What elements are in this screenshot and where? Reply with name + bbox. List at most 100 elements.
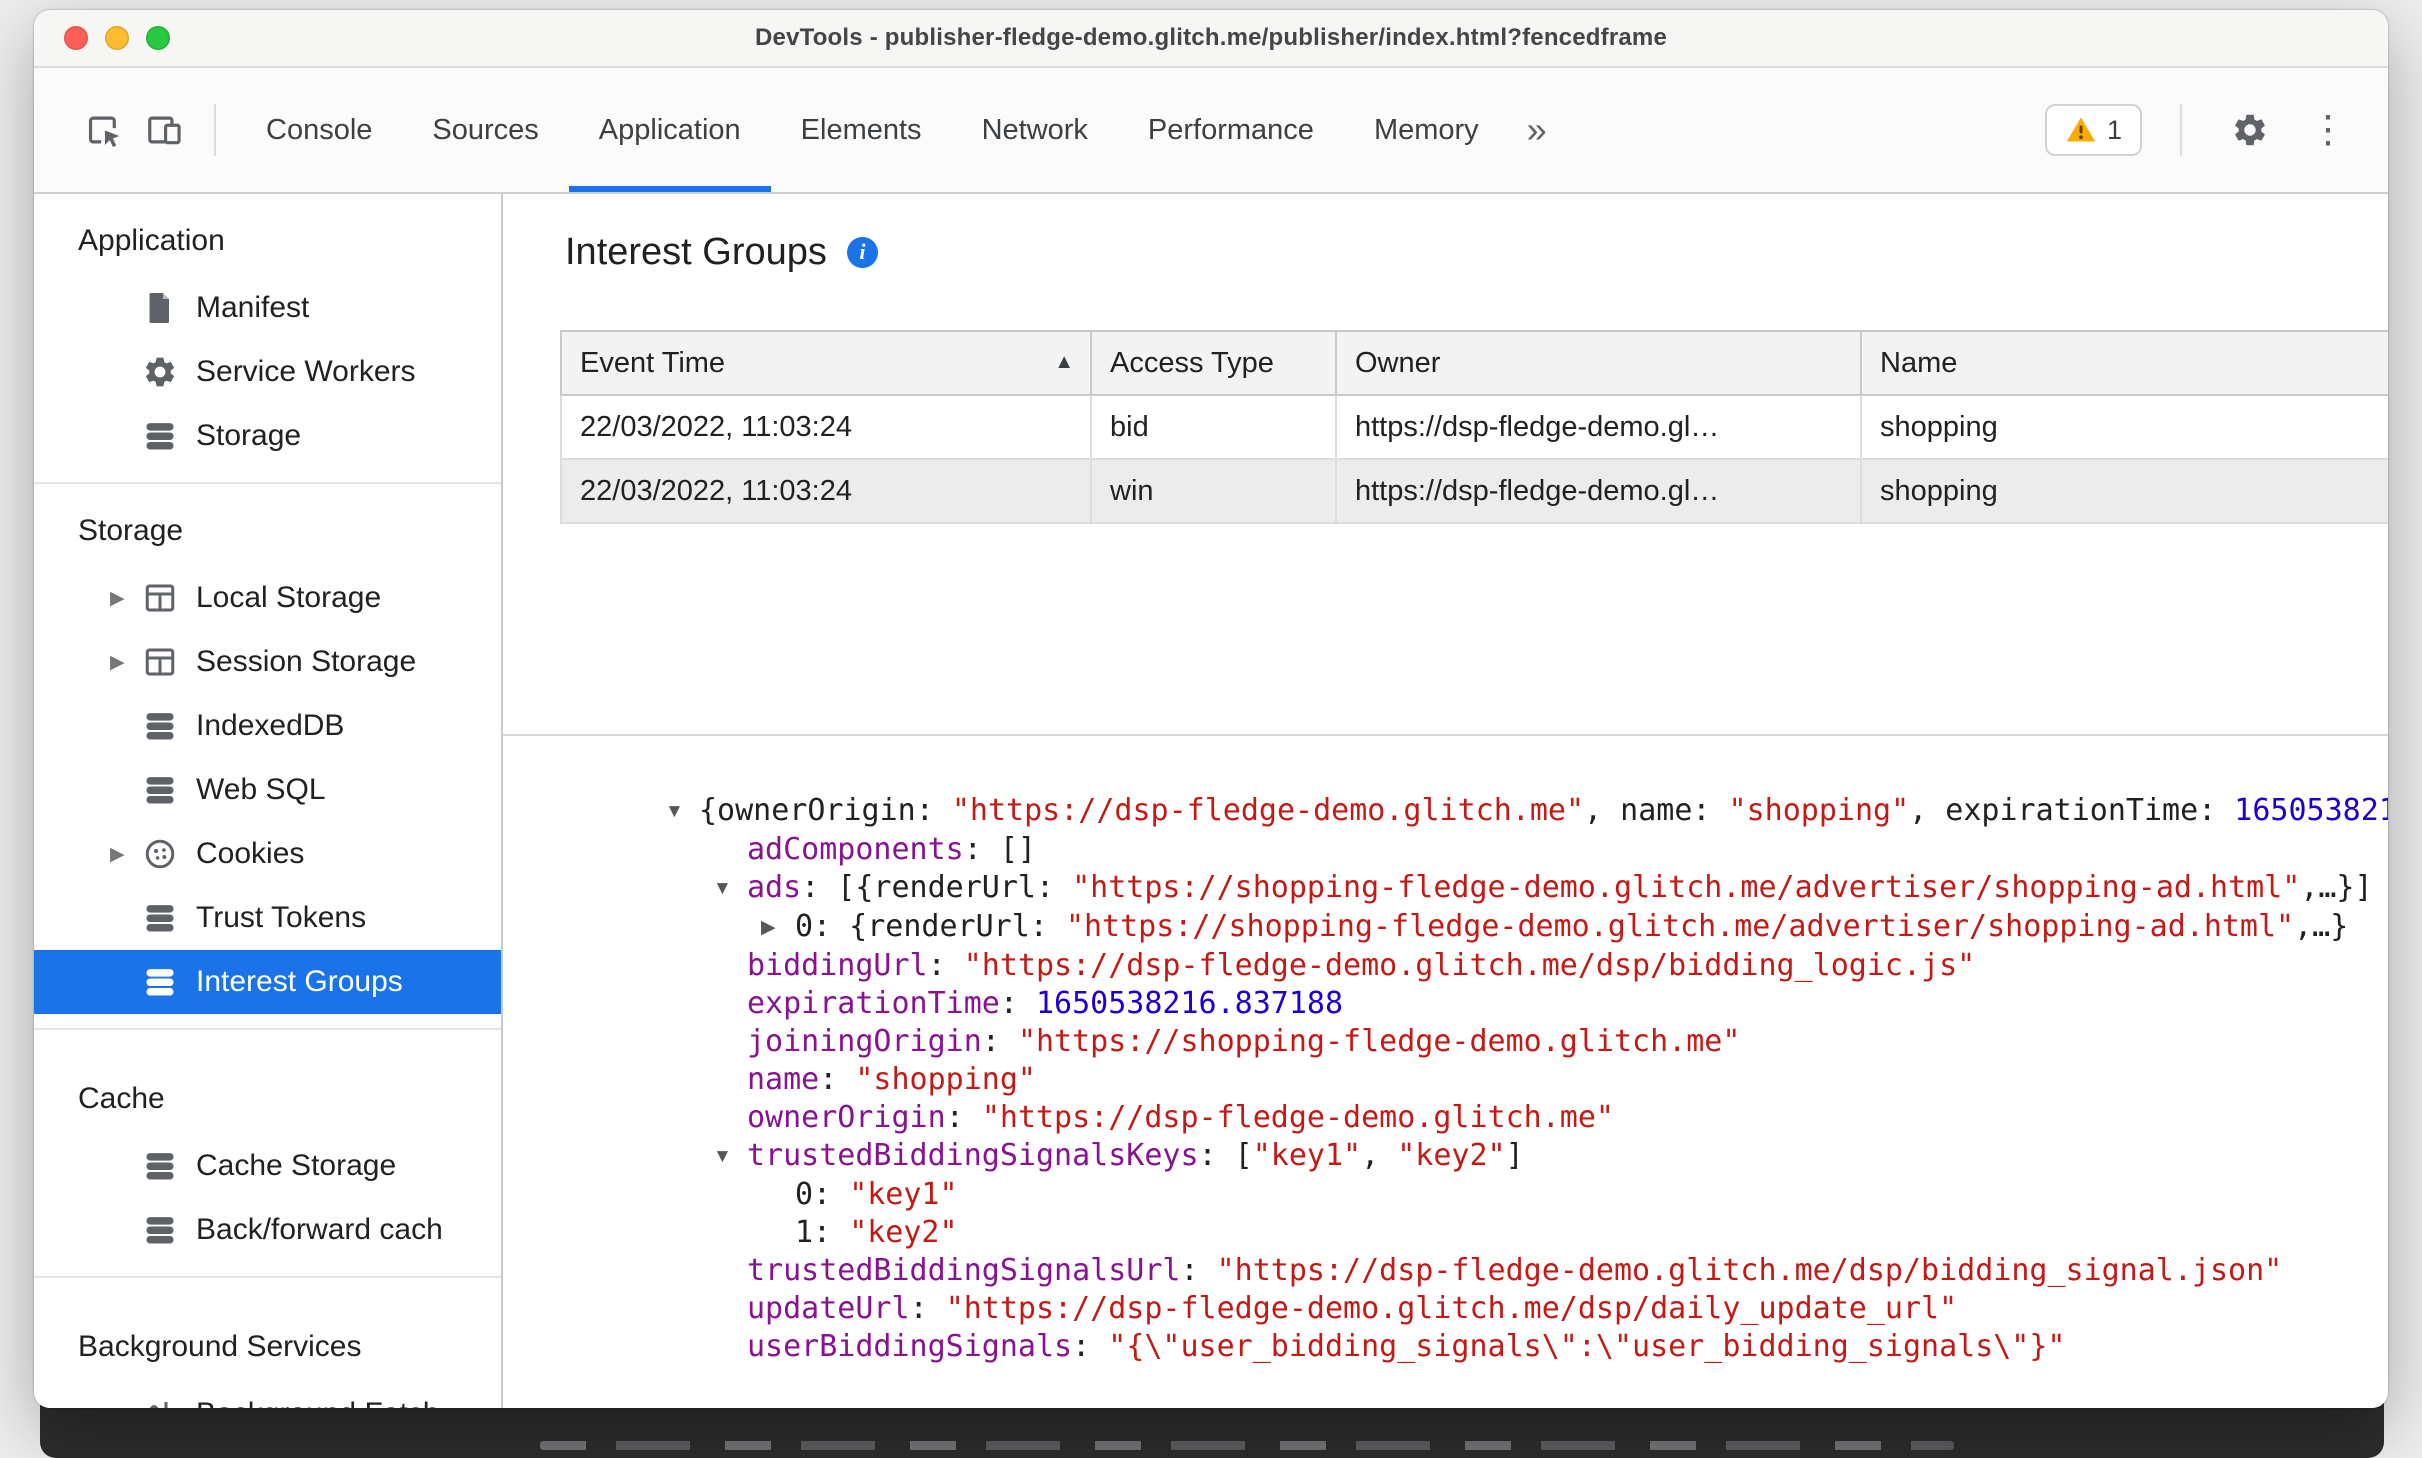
sidebar-item-label: Web SQL xyxy=(196,773,326,806)
sidebar-item-cookies[interactable]: ▶ Cookies xyxy=(34,822,501,886)
sidebar-item-back-forward-cache[interactable]: Back/forward cach xyxy=(34,1198,501,1262)
sidebar-item-label: Service Workers xyxy=(196,355,416,388)
web-sql-database-icon xyxy=(142,772,178,808)
session-storage-table-icon xyxy=(142,644,178,680)
tab-elements[interactable]: Elements xyxy=(771,68,952,192)
tree-line: ▶ 0: {renderUrl: "https://shopping-fledge… xyxy=(665,908,2388,947)
sidebar-item-local-storage[interactable]: ▶ Local Storage xyxy=(34,566,501,630)
tree-token-p: : [] xyxy=(963,832,1036,867)
minimize-window-button[interactable] xyxy=(105,26,129,50)
tree-token-str: "https://dsp-fledge-demo.glitch.me" xyxy=(981,1100,1614,1135)
tree-token-p: ] xyxy=(1505,1138,1524,1173)
tree-line: userBiddingSignals: "{\"user_bidding_sig… xyxy=(665,1328,2388,1366)
tree-collapse-icon[interactable]: ▼ xyxy=(713,1138,747,1176)
column-header-event-time[interactable]: Event Time ▲ xyxy=(560,330,1092,396)
sidebar-item-service-workers[interactable]: Service Workers xyxy=(34,340,501,404)
tree-line: ownerOrigin: "https://dsp-fledge-demo.gl… xyxy=(665,1099,2388,1137)
tree-token-num: 1650538216.837188 xyxy=(1036,986,1344,1021)
tree-token-str: "shopping" xyxy=(855,1062,1036,1097)
sidebar-section-application: Application xyxy=(78,224,225,257)
column-header-access-type[interactable]: Access Type xyxy=(1090,330,1337,396)
tree-token-str: "key2" xyxy=(849,1215,958,1250)
tree-line: ▼ {ownerOrigin: "https://dsp-fledge-demo.… xyxy=(665,792,2388,831)
tree-collapse-icon[interactable]: ▼ xyxy=(665,793,699,831)
tree-token-p: : xyxy=(981,1024,1018,1059)
sidebar-item-cache-storage[interactable]: Cache Storage xyxy=(34,1134,501,1198)
tab-console[interactable]: Console xyxy=(236,68,402,192)
device-toolbar-icon[interactable] xyxy=(134,100,194,160)
tree-line: 0: "key1" xyxy=(665,1176,2388,1214)
cell-name: shopping xyxy=(1860,394,2388,460)
window-controls xyxy=(64,10,170,66)
tab-performance[interactable]: Performance xyxy=(1118,68,1344,192)
sidebar-item-label: Session Storage xyxy=(196,645,417,678)
sidebar-item-session-storage[interactable]: ▶ Session Storage xyxy=(34,630,501,694)
tree-token-str: "https://shopping-fledge-demo.glitch.me/… xyxy=(1065,909,2295,944)
background-code-dashes xyxy=(540,1441,1954,1450)
tree-token-p: , name: xyxy=(1584,793,1729,828)
expand-icon[interactable]: ▶ xyxy=(110,587,142,610)
tree-line: expirationTime: 1650538216.837188 xyxy=(665,985,2388,1023)
expand-icon[interactable]: ▶ xyxy=(110,651,142,674)
indexeddb-database-icon xyxy=(142,708,178,744)
sidebar-item-label: Manifest xyxy=(196,291,310,324)
tree-token-str: "https://shopping-fledge-demo.glitch.me/… xyxy=(1072,870,2301,905)
panel-tabs: Console Sources Application Elements Net… xyxy=(236,68,1565,192)
sidebar-item-web-sql[interactable]: Web SQL xyxy=(34,758,501,822)
cell-access-type: bid xyxy=(1090,394,1337,460)
table-row[interactable]: 22/03/2022, 11:03:24 win https://dsp-fle… xyxy=(560,458,2388,524)
tree-token-p: ,…}] xyxy=(2300,870,2373,905)
application-sidebar: Application Manifest Service Workers Sto… xyxy=(34,194,503,1408)
tree-token-p: , xyxy=(1361,1138,1398,1173)
tree-token-p: 0: {renderUrl: xyxy=(795,909,1066,944)
table-row[interactable]: 22/03/2022, 11:03:24 bid https://dsp-fle… xyxy=(560,394,2388,460)
sidebar-item-indexeddb[interactable]: IndexedDB xyxy=(34,694,501,758)
local-storage-table-icon xyxy=(142,580,178,616)
settings-gear-icon[interactable] xyxy=(2220,100,2280,160)
sidebar-section-storage: Storage xyxy=(78,514,184,547)
sidebar-item-label: Trust Tokens xyxy=(196,901,367,934)
zoom-window-button[interactable] xyxy=(146,26,170,50)
service-workers-gear-icon xyxy=(142,354,178,390)
tree-token-key: joiningOrigin xyxy=(747,1024,982,1059)
column-header-owner[interactable]: Owner xyxy=(1335,330,1862,396)
sidebar-item-manifest[interactable]: Manifest xyxy=(34,276,501,340)
tree-token-p: ,…} xyxy=(2294,909,2349,944)
tree-line: trustedBiddingSignalsUrl: "https://dsp-f… xyxy=(665,1252,2388,1290)
close-window-button[interactable] xyxy=(64,26,88,50)
tree-token-str: "https://dsp-fledge-demo.glitch.me/dsp/d… xyxy=(945,1291,1958,1326)
tree-token-p: 0: xyxy=(795,1177,850,1212)
tree-line: 1: "key2" xyxy=(665,1214,2388,1252)
issues-badge[interactable]: 1 xyxy=(2044,104,2142,156)
more-tabs-icon[interactable]: » xyxy=(1509,68,1565,192)
details-splitter[interactable] xyxy=(503,734,2388,736)
inspect-element-icon[interactable] xyxy=(74,100,134,160)
interest-groups-panel: Interest Groups i Event Time ▲ Access Ty… xyxy=(503,194,2388,1408)
sidebar-item-label: Interest Groups xyxy=(196,965,403,998)
tree-token-key: trustedBiddingSignalsKeys xyxy=(747,1138,1199,1173)
tree-line: ▼ ads: [{renderUrl: "https://shopping-fle… xyxy=(665,869,2388,908)
window-title: DevTools - publisher-fledge-demo.glitch.… xyxy=(754,24,1667,51)
sidebar-item-storage[interactable]: Storage xyxy=(34,404,501,468)
tree-collapse-icon[interactable]: ▼ xyxy=(713,870,747,908)
tab-network[interactable]: Network xyxy=(952,68,1118,192)
sidebar-item-background-fetch[interactable]: Background Fetch xyxy=(34,1382,501,1408)
info-icon[interactable]: i xyxy=(846,236,878,268)
tab-application[interactable]: Application xyxy=(568,68,771,192)
tree-expand-icon[interactable]: ▶ xyxy=(761,909,795,947)
tree-token-p: : xyxy=(819,1062,856,1097)
column-header-name[interactable]: Name xyxy=(1860,330,2388,396)
tab-memory[interactable]: Memory xyxy=(1344,68,1509,192)
sidebar-item-trust-tokens[interactable]: Trust Tokens xyxy=(34,886,501,950)
sidebar-item-interest-groups[interactable]: Interest Groups xyxy=(34,950,501,1014)
tree-token-str: "shopping" xyxy=(1728,793,1910,828)
expand-icon[interactable]: ▶ xyxy=(110,843,142,866)
sidebar-item-label: Storage xyxy=(196,419,302,452)
sidebar-item-label: IndexedDB xyxy=(196,709,345,742)
tree-token-p: : xyxy=(945,1100,982,1135)
more-options-icon[interactable]: ⋮ xyxy=(2298,100,2358,160)
tab-sources[interactable]: Sources xyxy=(402,68,568,192)
cell-owner: https://dsp-fledge-demo.gl… xyxy=(1335,394,1862,460)
sidebar-item-label: Background Fetch xyxy=(196,1397,439,1408)
sort-ascending-icon: ▲ xyxy=(1054,351,1074,374)
